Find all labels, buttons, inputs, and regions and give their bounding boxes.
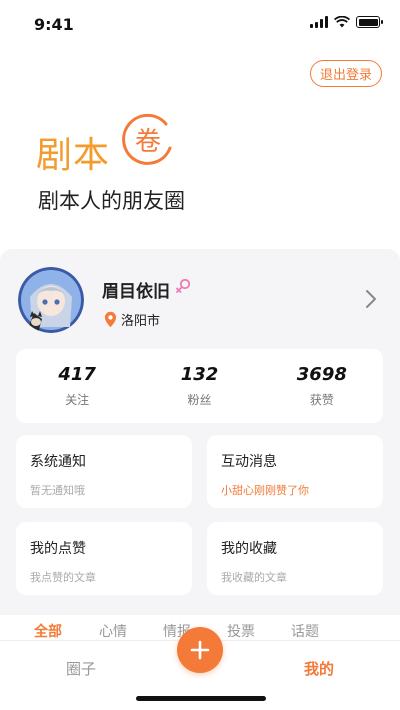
stat-following[interactable]: 417 关注 — [16, 349, 138, 423]
tab-vote[interactable]: 投票 — [227, 621, 255, 641]
stat-value: 3698 — [296, 364, 347, 385]
stat-value: 417 — [58, 364, 96, 385]
location-pin-icon — [104, 311, 117, 328]
status-bar: 9:41 — [0, 0, 400, 48]
interaction-message-card[interactable]: 互动消息 小甜心刚刚赞了你 — [207, 435, 383, 508]
my-likes-card[interactable]: 我的点赞 我点赞的文章 — [16, 522, 192, 595]
nav-mine[interactable]: 我的 — [304, 658, 334, 679]
my-favorites-card[interactable]: 我的收藏 我收藏的文章 — [207, 522, 383, 595]
card-title: 我的点赞 — [30, 541, 86, 557]
chevron-right-icon[interactable] — [364, 289, 378, 309]
card-subtitle: 暂无通知哦 — [30, 484, 85, 497]
logo-seal-icon: 卷 — [122, 113, 172, 165]
status-time: 9:41 — [34, 15, 74, 34]
wifi-icon — [334, 16, 350, 28]
avatar[interactable] — [18, 267, 84, 333]
card-subtitle: 小甜心刚刚赞了你 — [221, 484, 309, 497]
stat-label: 关注 — [65, 393, 90, 407]
stats-card: 417 关注 132 粉丝 3698 获赞 — [16, 349, 383, 423]
signal-icon — [310, 16, 328, 28]
card-title: 我的收藏 — [221, 541, 277, 557]
tab-all[interactable]: 全部 — [34, 621, 62, 641]
card-subtitle: 我收藏的文章 — [221, 571, 287, 584]
female-icon — [176, 278, 191, 293]
logo-seal-char: 卷 — [135, 127, 161, 157]
stat-likes-received[interactable]: 3698 获赞 — [261, 349, 383, 423]
app-logo: 剧本 卷 — [36, 112, 196, 182]
tab-topic[interactable]: 话题 — [291, 621, 319, 641]
battery-icon — [356, 16, 383, 28]
create-post-button[interactable] — [177, 627, 223, 673]
main-panel: 眉目依旧 洛阳市 417 关注 132 粉丝 3698 获赞 系统通知 暂无通知… — [0, 249, 400, 649]
logout-button[interactable]: 退出登录 — [310, 60, 382, 87]
nav-circle[interactable]: 圈子 — [66, 658, 96, 679]
card-title: 互动消息 — [221, 454, 277, 470]
stat-label: 获赞 — [309, 393, 334, 407]
stat-value: 132 — [180, 364, 219, 385]
status-icons — [310, 16, 383, 28]
system-notice-card[interactable]: 系统通知 暂无通知哦 — [16, 435, 192, 508]
home-indicator — [136, 696, 266, 701]
username: 眉目依旧 — [102, 282, 170, 302]
stat-label: 粉丝 — [187, 393, 212, 407]
logo-text: 剧本 — [36, 135, 111, 176]
tab-mood[interactable]: 心情 — [99, 621, 127, 641]
card-subtitle: 我点赞的文章 — [30, 571, 96, 584]
plus-icon — [190, 640, 210, 660]
bottom-nav: 圈子 我的 — [0, 627, 400, 710]
slogan: 剧本人的朋友圈 — [38, 189, 185, 213]
card-title: 系统通知 — [30, 454, 86, 470]
avatar-image — [18, 267, 84, 333]
profile-header[interactable]: 眉目依旧 洛阳市 — [0, 249, 400, 344]
location: 洛阳市 — [104, 310, 160, 329]
stat-followers[interactable]: 132 粉丝 — [138, 349, 260, 423]
location-text: 洛阳市 — [121, 314, 161, 329]
